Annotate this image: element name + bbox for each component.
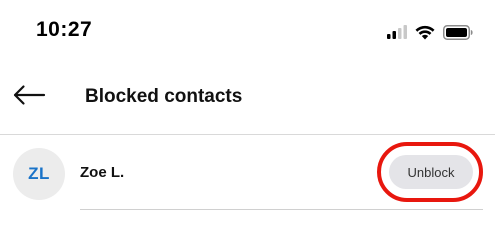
unblock-button[interactable]: Unblock	[389, 155, 473, 189]
row-divider	[80, 209, 483, 210]
header-divider	[0, 134, 495, 135]
wifi-icon	[415, 25, 435, 39]
contact-name: Zoe L.	[80, 164, 125, 181]
header: Blocked contacts	[0, 62, 495, 135]
status-icons	[387, 22, 473, 42]
status-bar: 10:27	[0, 0, 495, 62]
blocked-contacts-screen: 10:27 Blocked contacts ZL Zoe L. Unblock	[0, 0, 495, 249]
page-title: Blocked contacts	[85, 86, 243, 107]
back-arrow-icon	[13, 85, 46, 105]
battery-icon	[443, 24, 473, 40]
signal-icon	[387, 25, 407, 39]
avatar: ZL	[13, 148, 65, 200]
back-button[interactable]	[12, 84, 48, 108]
status-time: 10:27	[36, 18, 93, 41]
